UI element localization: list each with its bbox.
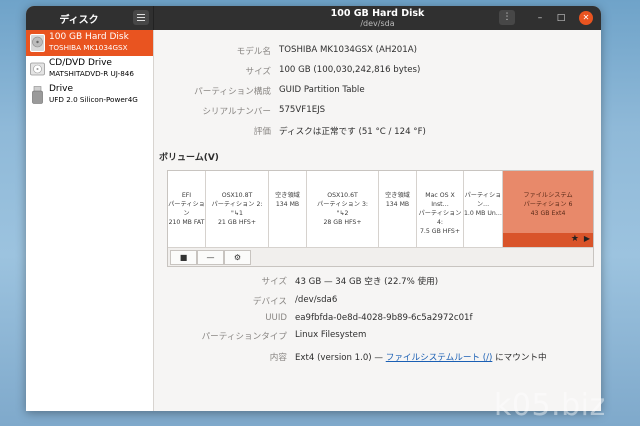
minimize-button[interactable]: – [533, 11, 547, 25]
drive-model: TOSHIBA MK1034GSX [49, 43, 128, 52]
maximize-button[interactable]: □ [554, 11, 568, 25]
stop-icon: ■ [179, 253, 188, 262]
unmount-button[interactable]: ■ [170, 250, 197, 265]
watermark: k05.biz [494, 388, 606, 423]
info-value: Linux Filesystem [295, 330, 367, 340]
app-title: ディスク [59, 15, 99, 26]
partition-status-bar: ★ ▶ [503, 233, 593, 247]
optical-drive-icon [30, 62, 45, 76]
header-bar: ディスク 100 GB Hard Disk /dev/sda ⋮ – □ ✕ [26, 6, 601, 30]
info-value: ea9fbfda-0e8d-4028-9b89-6c5a2972c01f [295, 313, 473, 323]
minus-icon: — [206, 253, 215, 262]
volume-row-uuid: UUID ea9fbfda-0e8d-4028-9b89-6c5a2972c01… [155, 313, 595, 327]
info-label: UUID [265, 313, 287, 323]
info-value: Ext4 (version 1.0) — ファイルシステムルート (/) にマウ… [295, 351, 547, 363]
info-value: GUID Partition Table [279, 85, 365, 95]
info-row-serial: シリアルナンバー 575VF1EJS [155, 105, 555, 119]
delete-partition-button[interactable]: — [197, 250, 224, 265]
partition-label: 空き領域 134 MB [275, 192, 300, 208]
volume-row-contents: 内容 Ext4 (version 1.0) — ファイルシステムルート (/) … [155, 351, 595, 365]
disks-window: ディスク 100 GB Hard Disk /dev/sda ⋮ – □ ✕ 1… [26, 6, 601, 411]
info-row-model: モデル名 TOSHIBA MK1034GSX (AH201A) [155, 45, 555, 59]
drive-name: 100 GB Hard Disk [49, 32, 129, 42]
info-label: 評価 [253, 127, 271, 137]
info-value: TOSHIBA MK1034GSX (AH201A) [279, 45, 417, 55]
partition-block[interactable]: OSX10.6T パーティション 3: "↳2 28 GB HFS+ [307, 171, 379, 247]
partition-block-selected[interactable]: ファイルシステム パーティション 6 43 GB Ext4 ★ ▶ [503, 171, 593, 247]
partition-label: Mac OS X Inst… パーティション 4: 7.5 GB HFS+ [418, 192, 462, 235]
drive-name: Drive [49, 84, 73, 94]
play-icon: ▶ [583, 234, 590, 243]
partition-bar: EFI パーティション 210 MB FAT OSX10.8T パーティション 2: "… [168, 171, 593, 247]
star-icon: ★ [570, 234, 579, 244]
info-row-size: サイズ 100 GB (100,030,242,816 bytes) [155, 65, 555, 79]
partition-label: 空き領域 134 MB [385, 192, 410, 208]
volume-row-size: サイズ 43 GB — 34 GB 空き (22.7% 使用) [155, 275, 595, 289]
drive-item-hard-disk[interactable]: 100 GB Hard Disk TOSHIBA MK1034GSX [26, 30, 153, 56]
info-value: ディスクは正常です (51 °C / 124 °F) [279, 127, 426, 137]
info-label: パーティション構成 [194, 87, 271, 97]
close-button[interactable]: ✕ [579, 11, 593, 25]
drive-item-usb[interactable]: Drive UFD 2.0 Silicon-Power4G [26, 82, 153, 108]
drive-model: UFD 2.0 Silicon-Power4G [49, 95, 138, 104]
contents-prefix: Ext4 (version 1.0) — [295, 353, 386, 363]
drive-list: 100 GB Hard Disk TOSHIBA MK1034GSX CD/DV… [26, 30, 154, 411]
drive-name: CD/DVD Drive [49, 58, 112, 68]
volume-row-partition-type: パーティションタイプ Linux Filesystem [155, 330, 595, 344]
partition-block[interactable]: 空き領域 134 MB [379, 171, 417, 247]
info-value: 100 GB (100,030,242,816 bytes) [279, 65, 421, 75]
partition-label: OSX10.6T パーティション 3: "↳2 28 GB HFS+ [317, 192, 368, 226]
info-row-partitioning: パーティション構成 GUID Partition Table [155, 85, 555, 99]
minimize-icon: – [537, 13, 543, 23]
volume-map: EFI パーティション 210 MB FAT OSX10.8T パーティション 2: "… [167, 170, 594, 267]
info-label: サイズ [261, 277, 287, 287]
hamburger-menu-button[interactable] [133, 10, 149, 25]
partition-block[interactable]: パーティション… 1.0 MB Un… [464, 171, 503, 247]
partition-label: ファイルシステム パーティション 6 43 GB Ext4 [523, 192, 573, 217]
partition-block[interactable]: Mac OS X Inst… パーティション 4: 7.5 GB HFS+ [417, 171, 464, 247]
sidebar-header: ディスク [26, 6, 154, 30]
partition-settings-button[interactable]: ⚙ [224, 250, 251, 265]
partition-label: パーティション… 1.0 MB Un… [464, 192, 502, 217]
partition-label: EFI パーティション 210 MB FAT [168, 192, 205, 226]
drive-model: MATSHITADVD-R UJ-846 [49, 69, 134, 78]
partition-label: OSX10.8T パーティション 2: "↳1 21 GB HFS+ [211, 192, 263, 226]
contents-suffix: にマウント中 [492, 353, 547, 363]
volume-row-device: デバイス /dev/sda6 [155, 295, 595, 309]
info-label: サイズ [245, 67, 271, 77]
mount-point-link[interactable]: ファイルシステムルート (/) [386, 353, 493, 363]
close-icon: ✕ [582, 13, 590, 22]
volumes-heading: ボリューム(V) [159, 153, 219, 163]
hard-disk-icon [30, 34, 45, 52]
info-label: モデル名 [236, 47, 271, 57]
drive-item-optical[interactable]: CD/DVD Drive MATSHITADVD-R UJ-846 [26, 56, 153, 82]
gears-icon: ⚙ [233, 253, 242, 262]
partition-block[interactable]: EFI パーティション 210 MB FAT [168, 171, 206, 247]
partition-block[interactable]: OSX10.8T パーティション 2: "↳1 21 GB HFS+ [206, 171, 269, 247]
info-label: デバイス [252, 297, 287, 307]
info-label: パーティションタイプ [201, 332, 287, 342]
maximize-icon: □ [556, 13, 566, 23]
info-label: シリアルナンバー [202, 107, 271, 117]
info-value: /dev/sda6 [295, 295, 338, 305]
info-row-assessment: 評価 ディスクは正常です (51 °C / 124 °F) [155, 125, 555, 139]
volume-toolbar: ■ — ⚙ [168, 247, 593, 266]
partition-block[interactable]: 空き領域 134 MB [269, 171, 307, 247]
usb-drive-icon [32, 86, 43, 104]
drive-details: モデル名 TOSHIBA MK1034GSX (AH201A) サイズ 100 … [155, 30, 601, 411]
info-label: 内容 [269, 353, 287, 363]
info-value: 575VF1EJS [279, 105, 326, 115]
kebab-menu-icon: ⋮ [502, 12, 512, 22]
drive-options-menu-button[interactable]: ⋮ [499, 10, 515, 25]
info-value: 43 GB — 34 GB 空き (22.7% 使用) [295, 277, 439, 287]
